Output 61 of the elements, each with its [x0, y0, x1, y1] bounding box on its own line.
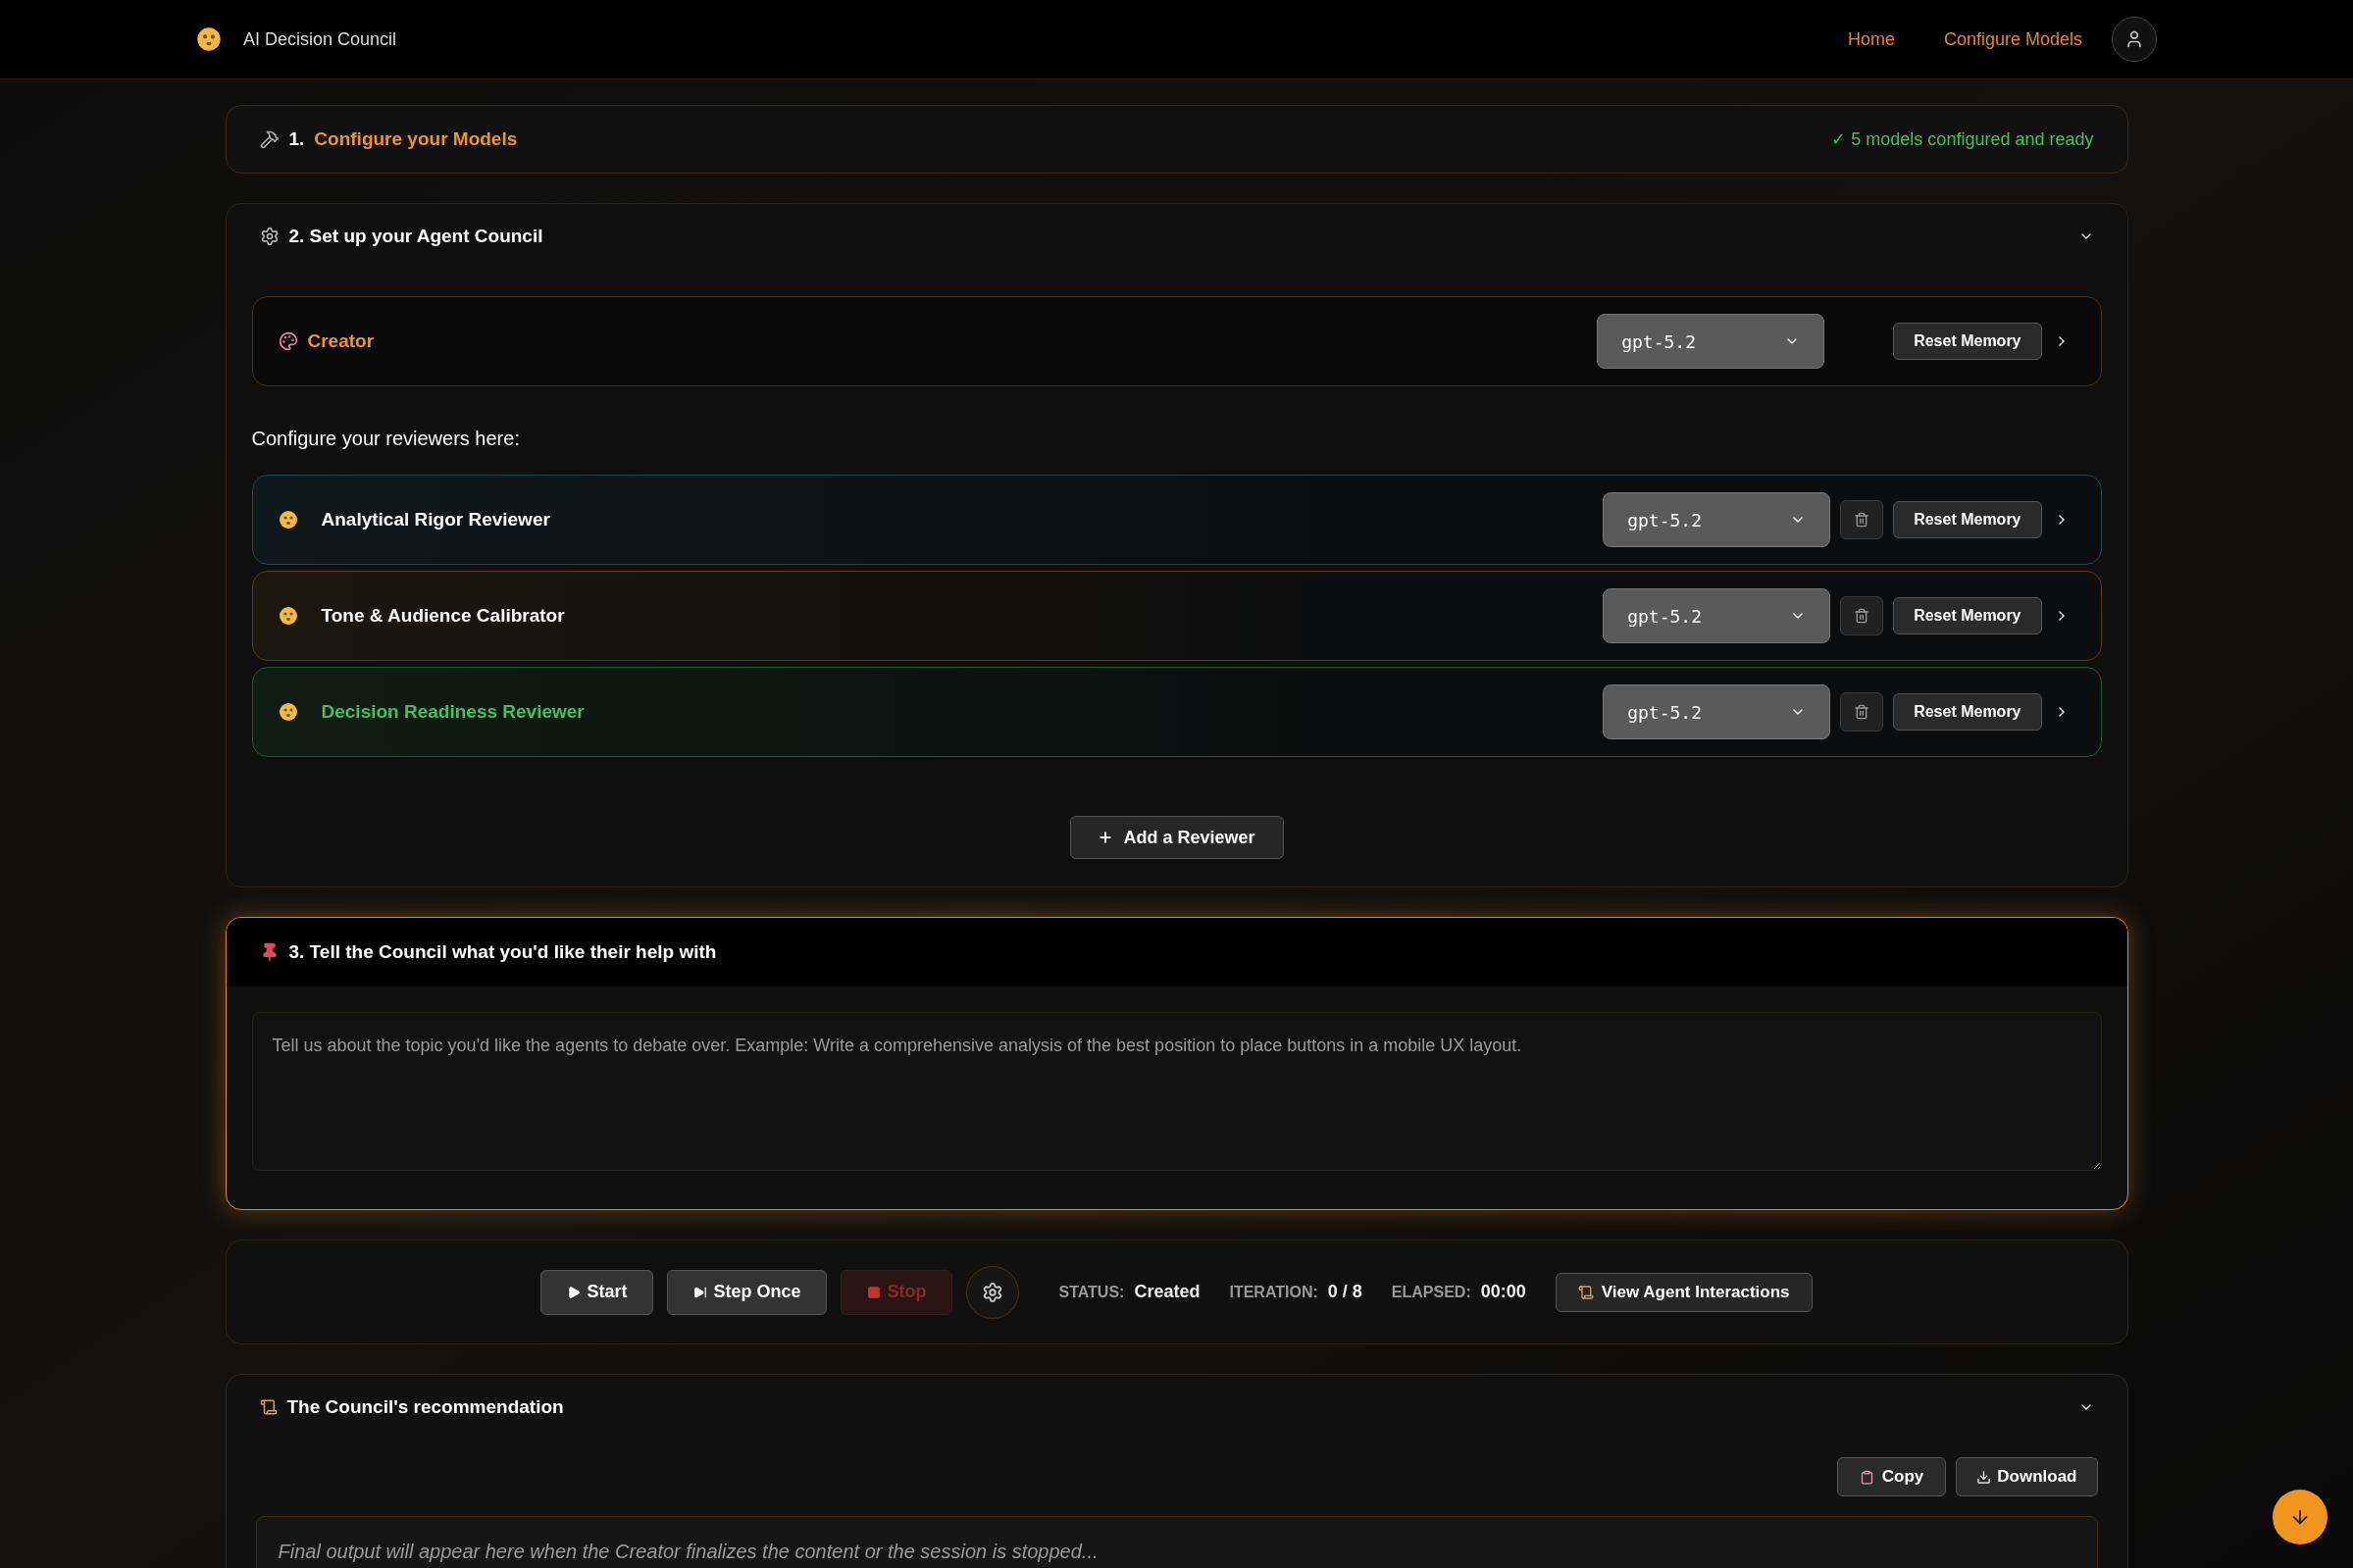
- scroll-down-button[interactable]: [2273, 1490, 2327, 1544]
- stat-label: ITERATION:: [1229, 1282, 1318, 1302]
- trash-icon: [1854, 704, 1870, 720]
- trash-icon: [1854, 608, 1870, 624]
- user-icon: [2124, 29, 2144, 49]
- stop-icon: [867, 1285, 882, 1299]
- step-number: 1.: [288, 126, 305, 151]
- trash-icon: [1854, 512, 1870, 528]
- output-field[interactable]: Final output will appear here when the Creator finalizes the content or the session is stopped...: [255, 1516, 2098, 1568]
- reset-memory-button[interactable]: Reset Memory: [1893, 693, 2042, 731]
- section-title: The Council's recommendation: [286, 1394, 564, 1419]
- agent-name: Decision Readiness Reviewer: [321, 699, 585, 724]
- play-icon: [567, 1285, 582, 1299]
- settings-icon: [982, 1281, 1004, 1303]
- reset-memory-button[interactable]: Reset Memory: [1893, 501, 2042, 538]
- section-title: 2. Set up your Agent Council: [288, 224, 543, 248]
- delete-button[interactable]: [1840, 500, 1884, 539]
- stat-value: Created: [1134, 1281, 1201, 1303]
- user-avatar-button[interactable]: [2112, 17, 2157, 62]
- add-reviewer-button[interactable]: Add a Reviewer: [1069, 816, 1284, 859]
- stat-label: STATUS:: [1058, 1282, 1125, 1302]
- nav-link[interactable]: Configure Models: [1943, 25, 2082, 53]
- delete-button[interactable]: [1840, 692, 1884, 732]
- scroll-icon: [1577, 1284, 1594, 1300]
- palette-icon: [278, 331, 298, 351]
- section-title: 3. Tell the Council what you'd like their help with: [288, 939, 717, 964]
- step-button[interactable]: Step Once: [667, 1269, 828, 1315]
- delete-button[interactable]: [1840, 596, 1884, 635]
- model-select[interactable]: gpt-5.2: [1603, 588, 1831, 643]
- copy-button[interactable]: Copy: [1836, 1457, 1947, 1496]
- download-button[interactable]: Download: [1956, 1457, 2098, 1496]
- start-button[interactable]: Start: [540, 1269, 654, 1315]
- skip-forward-icon: [693, 1285, 708, 1299]
- view-interactions-button[interactable]: View Agent Interactions: [1555, 1272, 1813, 1312]
- agent-name: Analytical Rigor Reviewer: [321, 507, 550, 531]
- reset-memory-button[interactable]: Reset Memory: [1893, 597, 2042, 634]
- configure-models-link[interactable]: Configure your Models: [314, 125, 518, 154]
- stat-value: 0 / 8: [1327, 1281, 1362, 1303]
- logo-icon: [196, 26, 222, 52]
- model-select[interactable]: gpt-5.2: [1603, 684, 1831, 739]
- scroll-icon: [259, 1398, 278, 1416]
- nav-link[interactable]: Home: [1847, 25, 1895, 53]
- app-title: AI Decision Council: [243, 27, 397, 51]
- download-icon: [1976, 1469, 1992, 1485]
- topic-input-field[interactable]: Tell us about the topic you'd like the agents to debate over. Example: Write a comprehensive analysis of the best position to place buttons in a mobile UX layout.: [251, 1012, 2102, 1171]
- model-select[interactable]: gpt-5.2: [1597, 314, 1825, 369]
- agent-name: Tone & Audience Calibrator: [321, 603, 565, 628]
- emoji-face-icon: [278, 702, 298, 722]
- agent-name: Creator: [307, 329, 375, 353]
- reviewers-label: Configure your reviewers here:: [251, 427, 521, 451]
- hammer-icon: [259, 129, 280, 149]
- clipboard-icon: [1859, 1469, 1874, 1485]
- output-placeholder: Final output will appear here when the Creator finalizes the content or the session is stopped...: [278, 1541, 1099, 1562]
- stat-value: 00:00: [1480, 1281, 1526, 1303]
- gear-icon: [259, 227, 280, 246]
- reset-memory-button[interactable]: Reset Memory: [1893, 323, 2042, 360]
- emoji-face-icon: [278, 606, 298, 626]
- models-ready-status: ✓ 5 models configured and ready: [1831, 127, 2094, 151]
- model-select[interactable]: gpt-5.2: [1603, 492, 1831, 547]
- stat-label: ELAPSED:: [1391, 1282, 1471, 1302]
- emoji-face-icon: [278, 510, 298, 530]
